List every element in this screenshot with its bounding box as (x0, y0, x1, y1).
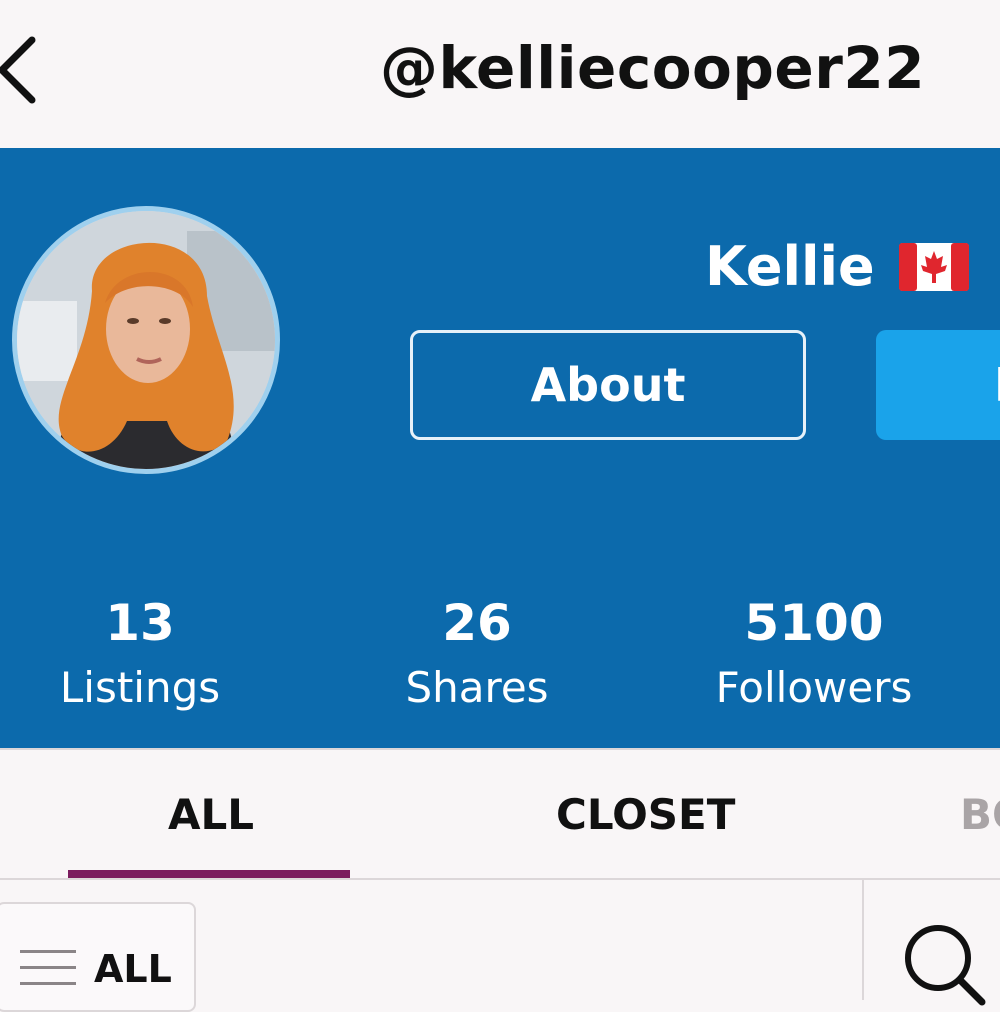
tab-closet[interactable]: CLOSET (556, 790, 735, 840)
stat-followers[interactable]: 5100 Followers (664, 588, 964, 718)
display-name: Kellie (705, 232, 969, 302)
profile-header: Kellie About F 13 Listings 26 Shares 510… (0, 148, 1000, 748)
stat-label: Followers (715, 663, 913, 712)
canada-flag-icon (898, 243, 969, 291)
avatar[interactable] (12, 206, 280, 474)
toolbar-divider (862, 880, 864, 1000)
follow-button[interactable]: F (876, 330, 1000, 440)
stat-value: 26 (442, 594, 512, 652)
profile-username: @kelliecooper22 (380, 34, 926, 102)
stat-value: 5100 (744, 594, 884, 652)
display-name-text: Kellie (705, 235, 875, 298)
closet-tabs: ALL CLOSET BO (0, 748, 1000, 880)
tab-all[interactable]: ALL (168, 790, 254, 840)
stat-shares[interactable]: 26 Shares (327, 588, 627, 718)
stat-listings[interactable]: 13 Listings (0, 588, 290, 718)
hamburger-icon (20, 950, 76, 985)
stat-value: 13 (105, 594, 175, 652)
chevron-left-icon[interactable] (0, 36, 38, 104)
stat-label: Listings (59, 663, 221, 712)
filter-toolbar: ALL (0, 880, 1000, 1012)
tab-boutique[interactable]: BO (960, 790, 1000, 840)
active-tab-indicator (68, 870, 350, 878)
filter-button[interactable]: ALL (0, 902, 196, 1012)
filter-label: ALL (94, 947, 172, 991)
search-icon[interactable] (900, 920, 990, 1010)
about-button[interactable]: About (410, 330, 806, 440)
top-bar: @kelliecooper22 (0, 0, 1000, 148)
stat-label: Shares (405, 663, 549, 712)
avatar-photo (17, 211, 275, 469)
